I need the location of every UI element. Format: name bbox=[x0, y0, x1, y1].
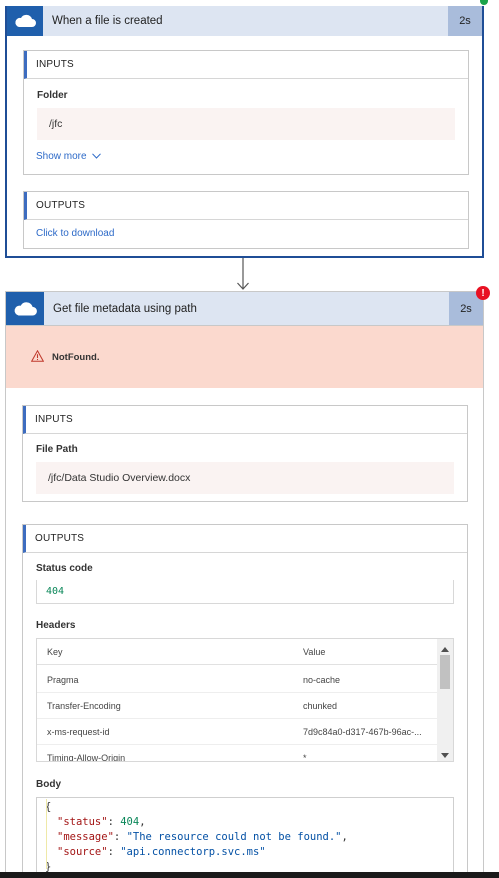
header-key: x-ms-request-id bbox=[47, 726, 110, 737]
action-outputs-section: OUTPUTS Status code 404 Headers Key Valu… bbox=[22, 524, 468, 878]
show-more-label: Show more bbox=[36, 151, 87, 162]
success-badge-icon bbox=[480, 0, 488, 5]
trigger-duration: 2s bbox=[448, 6, 482, 36]
action-card[interactable]: Get file metadata using path 2s NotFound… bbox=[5, 291, 484, 878]
json-value: "The resource could not be found." bbox=[126, 831, 342, 843]
key-column-header: Key bbox=[47, 646, 63, 657]
table-row: Timing-Allow-Origin * bbox=[37, 745, 437, 762]
error-banner: NotFound. bbox=[6, 326, 483, 388]
json-key: "message" bbox=[57, 831, 114, 843]
onedrive-cloud-icon bbox=[7, 6, 43, 36]
header-value: * bbox=[303, 753, 307, 762]
headers-scrollbar[interactable] bbox=[437, 639, 453, 761]
bottom-edge bbox=[0, 872, 499, 878]
click-to-download-link[interactable]: Click to download bbox=[36, 228, 114, 239]
table-row: Transfer-Encoding chunked bbox=[37, 693, 437, 719]
down-arrow-icon bbox=[236, 258, 250, 292]
file-path-value: /jfc/Data Studio Overview.docx bbox=[36, 462, 454, 494]
scrollbar-thumb[interactable] bbox=[440, 655, 450, 689]
header-value: no-cache bbox=[303, 674, 341, 685]
header-key: Timing-Allow-Origin bbox=[47, 753, 126, 762]
header-key: Transfer-Encoding bbox=[47, 700, 121, 711]
value-column-header: Value bbox=[303, 646, 326, 657]
json-key: "status" bbox=[57, 816, 108, 828]
scroll-down-icon[interactable] bbox=[441, 749, 449, 761]
inputs-heading: INPUTS bbox=[23, 406, 467, 434]
folder-value: /jfc bbox=[37, 108, 455, 140]
header-value: 7d9c84a0-d317-467b-96ac-... bbox=[303, 726, 422, 737]
table-row: x-ms-request-id 7d9c84a0-d317-467b-96ac-… bbox=[37, 719, 437, 745]
trigger-card[interactable]: When a file is created 2s INPUTS Folder … bbox=[5, 6, 484, 258]
outputs-heading: OUTPUTS bbox=[24, 192, 468, 220]
text-cursor-highlight bbox=[46, 799, 47, 869]
status-code-value: 404 bbox=[36, 580, 454, 604]
inputs-heading: INPUTS bbox=[24, 51, 468, 79]
header-key: Pragma bbox=[47, 674, 79, 685]
body-json-viewer[interactable]: { "status": 404, "message": "The resourc… bbox=[36, 797, 454, 878]
warning-triangle-icon bbox=[30, 349, 45, 365]
error-badge-icon: ! bbox=[476, 286, 490, 300]
chevron-down-icon bbox=[91, 151, 101, 162]
header-value: chunked bbox=[303, 700, 338, 711]
action-card-header[interactable]: Get file metadata using path 2s bbox=[6, 292, 483, 326]
error-message: NotFound. bbox=[52, 351, 100, 363]
trigger-inputs-section: INPUTS Folder /jfc Show more bbox=[23, 50, 469, 175]
onedrive-cloud-icon bbox=[6, 292, 44, 325]
json-key: "source" bbox=[57, 846, 108, 858]
json-value: "api.connectorp.svc.ms" bbox=[120, 846, 266, 858]
table-row: Pragma no-cache bbox=[37, 667, 437, 693]
status-code-label: Status code bbox=[36, 563, 93, 574]
outputs-heading: OUTPUTS bbox=[23, 525, 467, 553]
json-value: 404 bbox=[120, 816, 140, 828]
body-label: Body bbox=[36, 779, 61, 790]
scroll-up-icon[interactable] bbox=[441, 643, 449, 655]
headers-label: Headers bbox=[36, 620, 76, 631]
headers-table-header: Key Value bbox=[37, 639, 437, 665]
file-path-label: File Path bbox=[36, 444, 78, 455]
trigger-outputs-section: OUTPUTS Click to download bbox=[23, 191, 469, 249]
folder-label: Folder bbox=[37, 90, 68, 101]
trigger-card-header[interactable]: When a file is created 2s bbox=[7, 6, 482, 36]
headers-table[interactable]: Key Value Pragma no-cache Transfer-Encod… bbox=[36, 638, 454, 762]
show-more-link[interactable]: Show more bbox=[36, 151, 101, 162]
action-inputs-section: INPUTS File Path /jfc/Data Studio Overvi… bbox=[22, 405, 468, 502]
trigger-title: When a file is created bbox=[52, 15, 163, 27]
action-title: Get file metadata using path bbox=[53, 302, 197, 315]
